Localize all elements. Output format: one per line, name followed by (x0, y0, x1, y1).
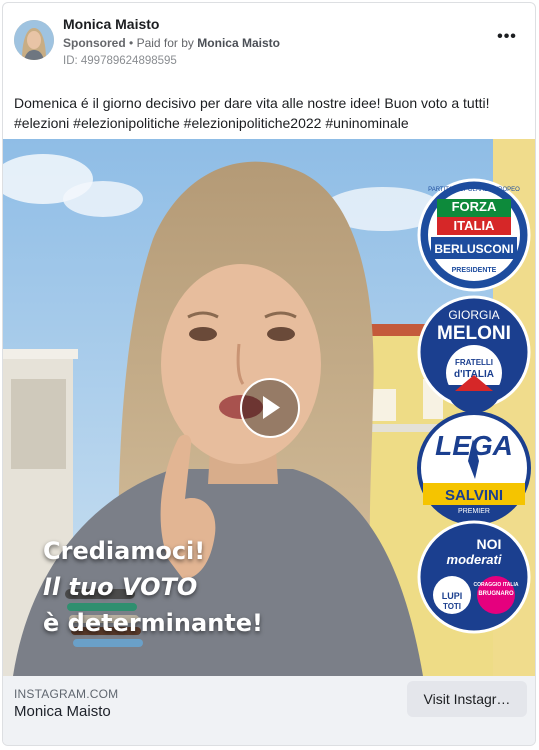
nm-line1: NOI (477, 536, 502, 552)
author-name[interactable]: Monica Maisto (63, 16, 159, 32)
ad-id: ID: 499789624898595 (63, 55, 177, 67)
overlay-line-1: Crediamoci! (43, 537, 206, 565)
overlay-line-2: Il tuo VOTO (43, 573, 198, 601)
more-horizontal-icon: ••• (497, 28, 517, 45)
payer-name[interactable]: Monica Maisto (197, 36, 280, 50)
fi-leader: BERLUSCONI (434, 242, 513, 256)
fdi-line2: d'ITALIA (454, 369, 494, 380)
fdi-first-name: GIORGIA (448, 308, 499, 322)
lega-logo: LEGA SALVINI PREMIER (417, 411, 531, 525)
nm-sub3: CORAGGIO ITALIA (474, 582, 519, 588)
overlay-line-3: è determinante! (43, 609, 263, 637)
sponsored-label: Sponsored (63, 36, 126, 50)
link-domain: INSTAGRAM.COM (14, 687, 119, 701)
ad-card: Monica Maisto Sponsored • Paid for by Mo… (2, 2, 536, 746)
forza-italia-logo: FORZA ITALIA BERLUSCONI PRESIDENTE PARTI… (417, 178, 531, 292)
video-player[interactable]: FORZA ITALIA BERLUSCONI PRESIDENTE PARTI… (3, 139, 535, 676)
post-caption: Domenica é il giorno decisivo per dare v… (14, 93, 529, 133)
separator-dot: • (129, 36, 137, 50)
nm-sub4: BRUGNARO (478, 591, 514, 597)
play-icon (263, 396, 280, 419)
paid-for-prefix: Paid for by (136, 36, 194, 50)
avatar[interactable] (14, 20, 54, 60)
more-options-button[interactable]: ••• (493, 29, 521, 49)
lega-role: PREMIER (458, 508, 490, 515)
lega-leader: SALVINI (445, 487, 503, 504)
fdi-line1: FRATELLI (455, 358, 493, 367)
nm-line2: moderati (447, 552, 502, 567)
caption-line: Domenica é il giorno decisivo per dare v… (14, 95, 490, 111)
fi-role: PRESIDENTE (452, 267, 497, 274)
sponsored-line: Sponsored • Paid for by Monica Maisto (63, 36, 280, 50)
fi-line1: FORZA (452, 199, 497, 214)
play-button[interactable] (240, 378, 300, 438)
fdi-leader: MELONI (437, 323, 511, 344)
caption-hashtags[interactable]: #elezioni #elezionipolitiche #elezionipo… (14, 113, 529, 133)
nm-sub2: TOTI (443, 602, 461, 611)
fi-line2: ITALIA (454, 218, 496, 233)
nm-sub1: LUPI (442, 591, 463, 601)
link-title[interactable]: Monica Maisto (14, 703, 111, 720)
fi-ring-text: PARTITO POPOLARE EUROPEO (428, 187, 520, 193)
noi-moderati-logo: NOI moderati LUPI TOTI CORAGGIO ITALIA B… (417, 520, 531, 634)
link-footer[interactable]: INSTAGRAM.COM Monica Maisto Visit Instag… (3, 676, 535, 745)
visit-instagram-button[interactable]: Visit Instagr… (407, 681, 527, 717)
